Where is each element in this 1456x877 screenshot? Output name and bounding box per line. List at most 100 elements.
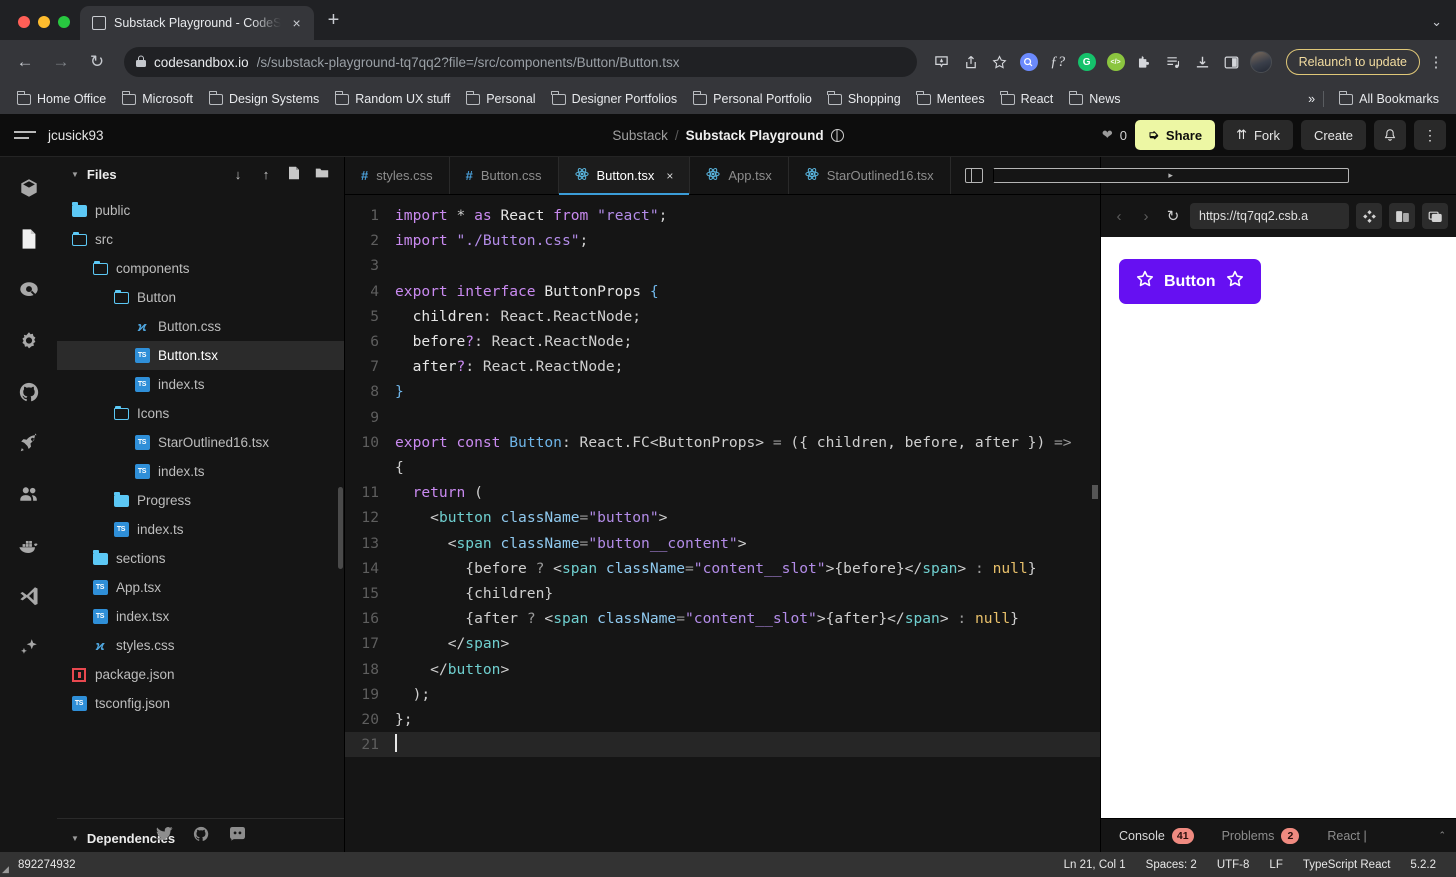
playlist-extension-icon[interactable] bbox=[1161, 49, 1187, 75]
all-bookmarks-button[interactable]: All Bookmarks bbox=[1332, 89, 1446, 109]
preview-reload-button[interactable]: ↻ bbox=[1163, 207, 1183, 225]
collapse-files-caret-icon[interactable]: ▼ bbox=[71, 170, 79, 179]
bookmarks-overflow-button[interactable]: » bbox=[1308, 92, 1315, 106]
file-tree-item[interactable]: TSButton.tsx bbox=[57, 341, 344, 370]
status-indentation[interactable]: Spaces: 2 bbox=[1146, 859, 1197, 871]
open-in-new-window-icon[interactable] bbox=[1389, 203, 1415, 229]
footer-react-tab[interactable]: React | bbox=[1313, 829, 1380, 843]
close-tab-button[interactable]: × bbox=[289, 14, 303, 32]
preview-back-button[interactable]: ‹ bbox=[1109, 208, 1129, 225]
editor-tab[interactable]: #Button.css bbox=[450, 157, 559, 194]
file-tree-item[interactable]: package.json bbox=[57, 660, 344, 689]
bookmark-item[interactable]: Mentees bbox=[910, 89, 992, 109]
footer-problems-tab[interactable]: Problems 2 bbox=[1208, 828, 1314, 844]
download-icon[interactable]: ↓ bbox=[228, 167, 248, 182]
file-tree-item[interactable]: TSindex.ts bbox=[57, 515, 344, 544]
bookmark-item[interactable]: Personal bbox=[459, 89, 542, 109]
minimize-window-button[interactable] bbox=[38, 16, 50, 28]
file-tree-item[interactable]: TSindex.ts bbox=[57, 370, 344, 399]
download-icon[interactable] bbox=[1190, 49, 1216, 75]
bookmark-item[interactable]: Home Office bbox=[10, 89, 113, 109]
editor-tab[interactable]: #styles.css bbox=[345, 157, 450, 194]
maximize-window-button[interactable] bbox=[58, 16, 70, 28]
reload-button[interactable]: ↻ bbox=[82, 47, 112, 77]
file-tree-item[interactable]: ϰstyles.css bbox=[57, 631, 344, 660]
responsive-preview-icon[interactable] bbox=[1356, 203, 1382, 229]
breadcrumb-team[interactable]: Substack bbox=[612, 128, 668, 143]
vscode-icon[interactable] bbox=[16, 583, 42, 609]
address-bar[interactable]: codesandbox.io/s/substack-playground-tq7… bbox=[124, 47, 917, 77]
preview-url-input[interactable]: https://tq7qq2.csb.a bbox=[1190, 203, 1349, 229]
browser-tab[interactable]: Substack Playground - CodeS × bbox=[80, 6, 314, 40]
docker-icon[interactable] bbox=[16, 532, 42, 558]
open-preview-icon[interactable] bbox=[993, 168, 1349, 183]
split-editor-icon[interactable] bbox=[965, 168, 983, 183]
deploy-rocket-icon[interactable] bbox=[16, 430, 42, 456]
file-tree-item[interactable]: sections bbox=[57, 544, 344, 573]
file-tree-item[interactable]: Icons bbox=[57, 399, 344, 428]
live-collaborators-icon[interactable] bbox=[16, 481, 42, 507]
preview-forward-button[interactable]: › bbox=[1136, 208, 1156, 225]
bookmark-item[interactable]: Microsoft bbox=[115, 89, 200, 109]
install-icon[interactable] bbox=[929, 49, 955, 75]
fx-extension-icon[interactable]: ƒ? bbox=[1045, 49, 1071, 75]
forward-button[interactable]: → bbox=[46, 47, 76, 77]
username-label[interactable]: jcusick93 bbox=[48, 128, 104, 143]
editor-tab[interactable]: App.tsx bbox=[690, 157, 788, 194]
tabstrip-chevron-down-icon[interactable]: ⌄ bbox=[1431, 14, 1456, 40]
footer-console-tab[interactable]: Console 41 bbox=[1105, 828, 1208, 844]
file-tree-item[interactable]: components bbox=[57, 254, 344, 283]
bookmark-item[interactable]: Design Systems bbox=[202, 89, 326, 109]
file-tree-item[interactable]: TSindex.tsx bbox=[57, 602, 344, 631]
new-tab-button[interactable]: + bbox=[314, 10, 352, 40]
bookmark-item[interactable]: Shopping bbox=[821, 89, 908, 109]
file-tree-item[interactable]: TSStarOutlined16.tsx bbox=[57, 428, 344, 457]
sandbox-cube-icon[interactable] bbox=[16, 175, 42, 201]
close-tab-button[interactable]: × bbox=[666, 169, 673, 183]
search-icon[interactable] bbox=[16, 277, 42, 303]
github-icon[interactable] bbox=[193, 826, 209, 846]
settings-gear-icon[interactable] bbox=[16, 328, 42, 354]
resize-grip-icon[interactable]: ◢ bbox=[2, 864, 9, 875]
discord-icon[interactable] bbox=[229, 826, 246, 846]
more-options-button[interactable]: ⋮ bbox=[1414, 120, 1446, 150]
file-tree-item[interactable]: Progress bbox=[57, 486, 344, 515]
file-tree[interactable]: publicsrccomponentsButtonϰButton.cssTSBu… bbox=[57, 192, 344, 818]
file-tree-item[interactable]: TStsconfig.json bbox=[57, 689, 344, 718]
status-encoding[interactable]: UTF-8 bbox=[1217, 859, 1250, 871]
side-panel-icon[interactable] bbox=[1219, 49, 1245, 75]
ai-sparkles-icon[interactable] bbox=[16, 634, 42, 660]
status-language-mode[interactable]: TypeScript React bbox=[1303, 859, 1391, 871]
create-button[interactable]: Create bbox=[1301, 120, 1366, 150]
bookmark-item[interactable]: Designer Portfolios bbox=[545, 89, 685, 109]
bookmark-item[interactable]: Random UX stuff bbox=[328, 89, 457, 109]
preview-iframe[interactable]: Button bbox=[1101, 237, 1456, 818]
share-icon[interactable] bbox=[958, 49, 984, 75]
puzzle-extensions-icon[interactable] bbox=[1132, 49, 1158, 75]
editor-tab[interactable]: StarOutlined16.tsx bbox=[789, 157, 951, 194]
new-file-icon[interactable] bbox=[284, 166, 304, 183]
file-tree-item[interactable]: src bbox=[57, 225, 344, 254]
window-traffic-lights[interactable] bbox=[12, 16, 80, 40]
editor-tab[interactable]: Button.tsx× bbox=[559, 157, 691, 194]
twitter-icon[interactable] bbox=[156, 826, 173, 846]
files-page-icon[interactable] bbox=[16, 226, 42, 252]
file-tree-item[interactable]: TSApp.tsx bbox=[57, 573, 344, 602]
search-extension-icon[interactable] bbox=[1016, 49, 1042, 75]
github-icon[interactable] bbox=[16, 379, 42, 405]
expand-footer-chevron-icon[interactable]: ⌃ bbox=[1438, 830, 1452, 841]
file-tree-item[interactable]: Button bbox=[57, 283, 344, 312]
upload-icon[interactable]: ↑ bbox=[256, 167, 276, 182]
likes-counter[interactable]: ❤ 0 bbox=[1102, 127, 1127, 143]
relaunch-to-update-button[interactable]: Relaunch to update bbox=[1286, 49, 1420, 75]
bookmark-item[interactable]: Personal Portfolio bbox=[686, 89, 819, 109]
demo-button[interactable]: Button bbox=[1119, 259, 1261, 304]
breadcrumb-sandbox-name[interactable]: Substack Playground bbox=[686, 128, 824, 143]
share-button[interactable]: ➭ Share bbox=[1135, 120, 1215, 150]
back-button[interactable]: ← bbox=[10, 47, 40, 77]
file-tree-item[interactable]: TSindex.ts bbox=[57, 457, 344, 486]
status-version[interactable]: 5.2.2 bbox=[1410, 859, 1436, 871]
file-tree-item[interactable]: ϰButton.css bbox=[57, 312, 344, 341]
bookmark-star-icon[interactable] bbox=[987, 49, 1013, 75]
file-tree-item[interactable]: public bbox=[57, 196, 344, 225]
